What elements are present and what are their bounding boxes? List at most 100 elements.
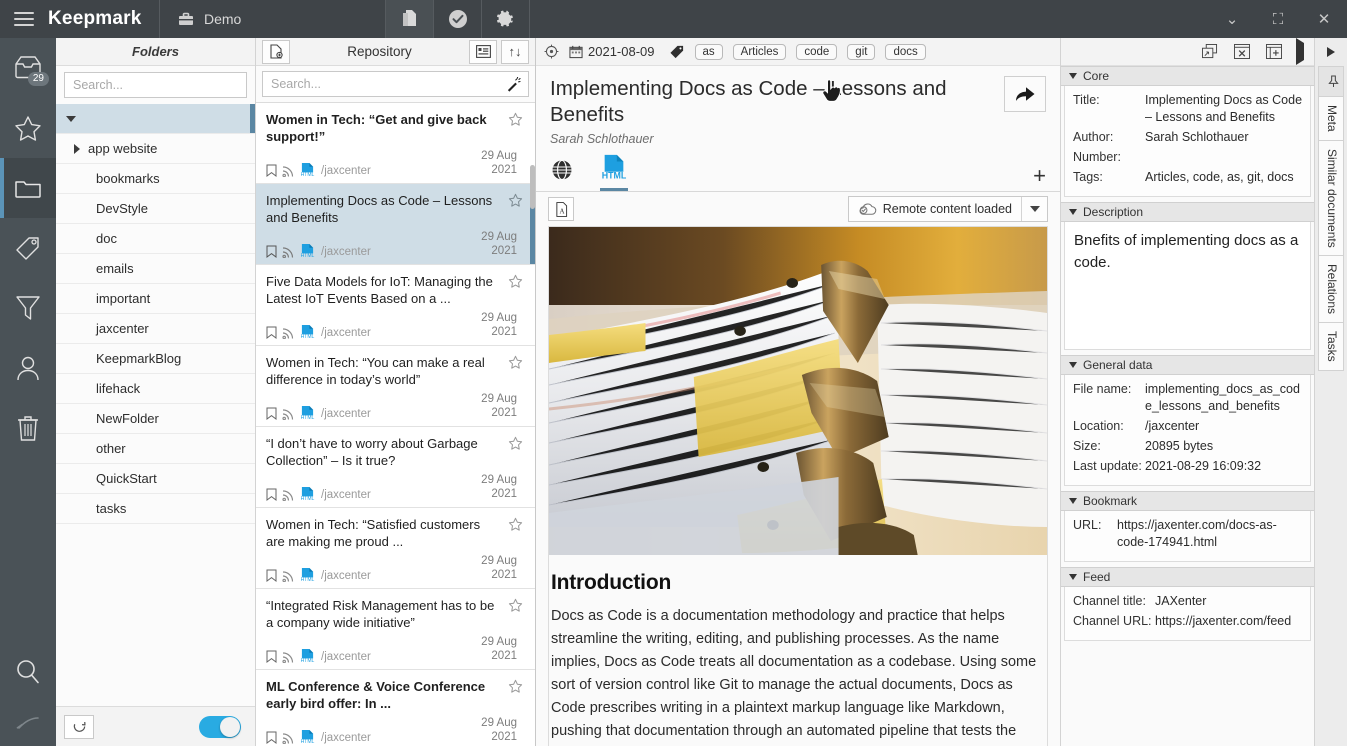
star-icon[interactable] <box>508 274 523 289</box>
magic-wand-icon[interactable] <box>506 77 521 92</box>
rail-item-search[interactable] <box>0 642 56 702</box>
documents-tab-button[interactable] <box>386 0 434 38</box>
vtab-tasks[interactable]: Tasks <box>1318 323 1344 371</box>
folder-item-quickstart[interactable]: QuickStart <box>56 464 255 494</box>
rail-item-contacts[interactable] <box>0 338 56 398</box>
vtabs-expand-button[interactable] <box>1315 38 1347 66</box>
tag-chip-docs[interactable]: docs <box>885 44 925 60</box>
star-icon[interactable] <box>508 598 523 613</box>
new-document-button[interactable] <box>262 40 290 64</box>
vtab-similar-documents[interactable]: Similar documents <box>1318 141 1344 257</box>
minimize-button[interactable]: ⌄ <box>1209 0 1255 38</box>
document-list-scrollbar[interactable] <box>530 103 535 746</box>
tag-chip-git[interactable]: git <box>847 44 875 60</box>
sort-button[interactable]: ↑↓ <box>501 40 529 64</box>
add-view-tab-button[interactable]: + <box>1033 167 1046 191</box>
vtab-meta[interactable]: Meta <box>1318 97 1344 141</box>
svg-text:HTML: HTML <box>301 739 315 744</box>
list-view-button[interactable] <box>469 40 497 64</box>
folder-item-lifehack[interactable]: lifehack <box>56 374 255 404</box>
metadata-group-header-bookmark[interactable]: Bookmark <box>1061 491 1314 511</box>
folder-item-keepmarkblog[interactable]: KeepmarkBlog <box>56 344 255 374</box>
svg-text:HTML: HTML <box>301 334 315 339</box>
metadata-value: /jaxcenter <box>1145 418 1304 435</box>
metadata-group-header-feed[interactable]: Feed <box>1061 567 1314 587</box>
folder-item-tasks[interactable]: tasks <box>56 494 255 524</box>
rail-item-filters[interactable] <box>0 278 56 338</box>
rail-item-tags[interactable] <box>0 218 56 278</box>
tag-chip-code[interactable]: code <box>796 44 837 60</box>
metadata-group-header-core[interactable]: Core <box>1061 66 1314 86</box>
document-list-item[interactable]: “I don’t have to worry about Garbage Col… <box>256 427 535 508</box>
document-list-item[interactable]: Five Data Models for IoT: Managing the L… <box>256 265 535 346</box>
tasks-tab-button[interactable] <box>434 0 482 38</box>
document-list-item[interactable]: Women in Tech: “You can make a real diff… <box>256 346 535 427</box>
document-list-item[interactable]: ML Conference & Voice Conference early b… <box>256 670 535 746</box>
tab-web-view[interactable] <box>550 158 574 191</box>
remote-content-dropdown[interactable] <box>1021 197 1047 221</box>
folder-item-newfolder[interactable]: NewFolder <box>56 404 255 434</box>
close-window-icon[interactable] <box>1226 44 1258 59</box>
new-window-icon[interactable] <box>1258 44 1290 59</box>
tag-chip-as[interactable]: as <box>695 44 723 60</box>
star-icon[interactable] <box>508 112 523 127</box>
document-list-item[interactable]: Women in Tech: “Get and give back suppor… <box>256 103 535 184</box>
rail-item-inbox[interactable]: 29 <box>0 38 56 98</box>
refresh-button[interactable] <box>64 715 94 739</box>
vtab-relations[interactable]: Relations <box>1318 256 1344 323</box>
star-icon[interactable] <box>508 355 523 370</box>
folders-search-input[interactable] <box>64 72 247 98</box>
folder-item-bookmarks[interactable]: bookmarks <box>56 164 255 194</box>
folder-item-doc[interactable]: doc <box>56 224 255 254</box>
circle-dot-icon[interactable] <box>544 44 559 59</box>
document-list-item[interactable]: Implementing Docs as Code – Lessons and … <box>256 184 535 265</box>
close-button[interactable]: ✕ <box>1301 0 1347 38</box>
star-icon[interactable] <box>508 436 523 451</box>
rail-item-favorites[interactable] <box>0 98 56 158</box>
document-search-input[interactable] <box>262 71 529 97</box>
workspace-tab-demo[interactable]: Demo <box>160 0 386 38</box>
document-list-item[interactable]: “Integrated Risk Management has to be a … <box>256 589 535 670</box>
metadata-group-header-description[interactable]: Description <box>1061 202 1314 222</box>
rail-item-trash[interactable] <box>0 398 56 458</box>
cascade-windows-icon[interactable] <box>1194 44 1226 59</box>
tab-html-view[interactable]: HTML <box>600 154 628 191</box>
documents-icon <box>400 8 420 30</box>
document-author: Sarah Schlothauer <box>550 132 994 146</box>
pdf-export-button[interactable]: A <box>548 197 574 221</box>
folder-tree-root[interactable] <box>56 104 255 134</box>
rail-item-folders[interactable] <box>0 158 56 218</box>
folder-item-app-website[interactable]: app website <box>56 134 255 164</box>
chevron-down-icon <box>1069 73 1077 79</box>
vtab-pin[interactable] <box>1318 66 1344 97</box>
expand-panel-icon[interactable] <box>1290 43 1314 61</box>
folder-item-label: bookmarks <box>74 171 160 186</box>
star-icon[interactable] <box>508 517 523 532</box>
star-icon[interactable] <box>508 679 523 694</box>
share-button[interactable] <box>1004 76 1046 112</box>
maximize-button[interactable]: ⛶ <box>1255 0 1301 38</box>
metadata-group-header-general-data[interactable]: General data <box>1061 355 1314 375</box>
document-viewer[interactable]: Introduction Docs as Code is a documenta… <box>536 226 1060 746</box>
metadata-group-body-general-data: File name:implementing_docs_as_code_less… <box>1064 375 1311 486</box>
folders-toggle[interactable] <box>199 716 241 738</box>
settings-button[interactable] <box>482 0 530 38</box>
document-list-item[interactable]: Women in Tech: “Satisfied customers are … <box>256 508 535 589</box>
star-icon[interactable] <box>508 193 523 208</box>
description-text[interactable]: Bnefits of implementing docs as a code. <box>1064 222 1311 350</box>
folder-item-other[interactable]: other <box>56 434 255 464</box>
hamburger-menu-icon[interactable] <box>14 12 34 26</box>
remote-content-status[interactable]: Remote content loaded <box>849 197 1021 221</box>
metadata-value[interactable]: https://jaxenter.com/feed <box>1155 613 1304 630</box>
rail-item-back[interactable] <box>0 702 56 746</box>
metadata-value: JAXenter <box>1155 593 1304 610</box>
folder-item-important[interactable]: important <box>56 284 255 314</box>
metadata-value[interactable]: https://jaxenter.com/docs-as-code-174941… <box>1117 517 1304 551</box>
document-list-items[interactable]: Women in Tech: “Get and give back suppor… <box>256 103 535 746</box>
folder-item-emails[interactable]: emails <box>56 254 255 284</box>
tag-chip-articles[interactable]: Articles <box>733 44 787 60</box>
page-title: Implementing Docs as Code – Lessons and … <box>550 76 994 128</box>
folder-item-label: KeepmarkBlog <box>74 351 181 366</box>
folder-item-jaxcenter[interactable]: jaxcenter <box>56 314 255 344</box>
folder-item-devstyle[interactable]: DevStyle <box>56 194 255 224</box>
